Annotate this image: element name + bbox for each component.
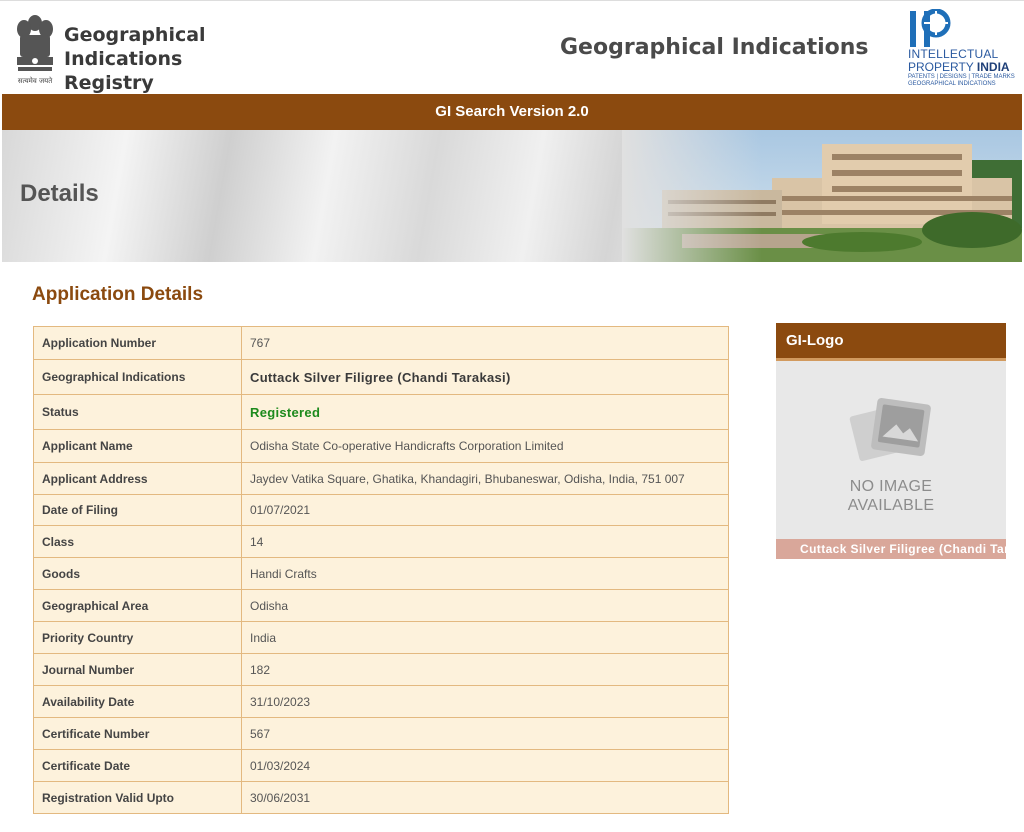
- details-row: Certificate Number 567: [33, 717, 729, 750]
- registry-title-line1: Geographical Indications: [64, 24, 206, 70]
- details-value: 30/06/2031: [241, 781, 729, 814]
- office-building-image: [622, 130, 1022, 262]
- details-label: Status: [33, 394, 242, 430]
- no-image-placeholder: NO IMAGE AVAILABLE: [776, 361, 1006, 539]
- section-title: Application Details: [32, 284, 204, 305]
- ip-india-mark-icon: [910, 9, 951, 47]
- page-heading: Geographical Indications: [560, 35, 869, 60]
- details-value: Jaydev Vatika Square, Ghatika, Khandagir…: [241, 462, 729, 495]
- details-label: Registration Valid Upto: [33, 781, 242, 814]
- details-row: Availability Date 31/10/2023: [33, 685, 729, 718]
- details-label: Goods: [33, 557, 242, 590]
- details-value: 182: [241, 653, 729, 686]
- details-row: Application Number 767: [33, 326, 729, 360]
- no-image-text: NO IMAGE AVAILABLE: [847, 478, 935, 514]
- ipi-text-property-india: PROPERTY INDIA: [908, 60, 1010, 74]
- details-row: Geographical Indications Cuttack Silver F…: [33, 359, 729, 395]
- details-value: Registered: [241, 394, 729, 430]
- details-value: 01/03/2024: [241, 749, 729, 782]
- details-label: Geographical Area: [33, 589, 242, 622]
- details-label: Class: [33, 525, 242, 558]
- ipi-text-intellectual: INTELLECTUAL: [908, 47, 999, 61]
- gi-logo-caption: Cuttack Silver Filigree (Chandi Tarakasi…: [776, 539, 1006, 559]
- ipi-text-services: PATENTS | DESIGNS | TRADE MARKS: [908, 74, 1015, 80]
- details-value: 01/07/2021: [241, 494, 729, 526]
- details-row: Priority Country India: [33, 621, 729, 654]
- details-value: India: [241, 621, 729, 654]
- details-label: Certificate Date: [33, 749, 242, 782]
- details-row: Goods Handi Crafts: [33, 557, 729, 590]
- details-value: 31/10/2023: [241, 685, 729, 718]
- image-placeholder-icon: [849, 398, 931, 462]
- application-details-table: Application Number 767 Geographical Indica…: [33, 326, 729, 814]
- details-label: Priority Country: [33, 621, 242, 654]
- registry-title: Geographical Indications Registry: [64, 23, 324, 95]
- details-label: Application Number: [33, 326, 242, 360]
- details-label: Date of Filing: [33, 494, 242, 526]
- details-row: Applicant Name Odisha State Co-operative …: [33, 429, 729, 463]
- details-label: Applicant Address: [33, 462, 242, 495]
- details-value: Cuttack Silver Filigree (Chandi Tarakasi…: [241, 359, 729, 395]
- details-value: 767: [241, 326, 729, 360]
- details-row: Registration Valid Upto 30/06/2031: [33, 781, 729, 814]
- gi-logo-heading: GI-Logo: [776, 323, 1006, 361]
- emblem-motto: सत्यमेव जयते: [18, 76, 53, 85]
- details-banner: Details: [2, 130, 1022, 262]
- details-row: Geographical Area Odisha: [33, 589, 729, 622]
- site-header: सत्यमेव जयते Geographical Indications Re…: [0, 0, 1024, 94]
- details-row: Status Registered: [33, 394, 729, 430]
- details-label: Certificate Number: [33, 717, 242, 750]
- details-row: Date of Filing 01/07/2021: [33, 494, 729, 526]
- registry-title-line2: Registry: [64, 72, 154, 94]
- details-row: Applicant Address Jaydev Vatika Square, G…: [33, 462, 729, 495]
- ipi-text-gi: GEOGRAPHICAL INDICATIONS: [908, 81, 996, 87]
- details-value: Odisha: [241, 589, 729, 622]
- details-value: Handi Crafts: [241, 557, 729, 590]
- details-label: Journal Number: [33, 653, 242, 686]
- ip-india-logo[interactable]: INTELLECTUAL PROPERTY INDIA PATENTS | DE…: [906, 9, 1018, 89]
- version-bar: GI Search Version 2.0: [2, 94, 1022, 130]
- details-label: Geographical Indications: [33, 359, 242, 395]
- gi-logo-panel: GI-Logo NO IMAGE AVAILABLE Cuttack Silve…: [776, 323, 1006, 559]
- details-label: Applicant Name: [33, 429, 242, 463]
- details-row: Journal Number 182: [33, 653, 729, 686]
- details-value: Odisha State Co-operative Handicrafts Co…: [241, 429, 729, 463]
- details-value: 567: [241, 717, 729, 750]
- details-row: Class 14: [33, 525, 729, 558]
- details-value: 14: [241, 525, 729, 558]
- details-label: Availability Date: [33, 685, 242, 718]
- details-row: Certificate Date 01/03/2024: [33, 749, 729, 782]
- banner-title: Details: [20, 180, 99, 207]
- national-emblem-icon: सत्यमेव जयते: [17, 15, 53, 85]
